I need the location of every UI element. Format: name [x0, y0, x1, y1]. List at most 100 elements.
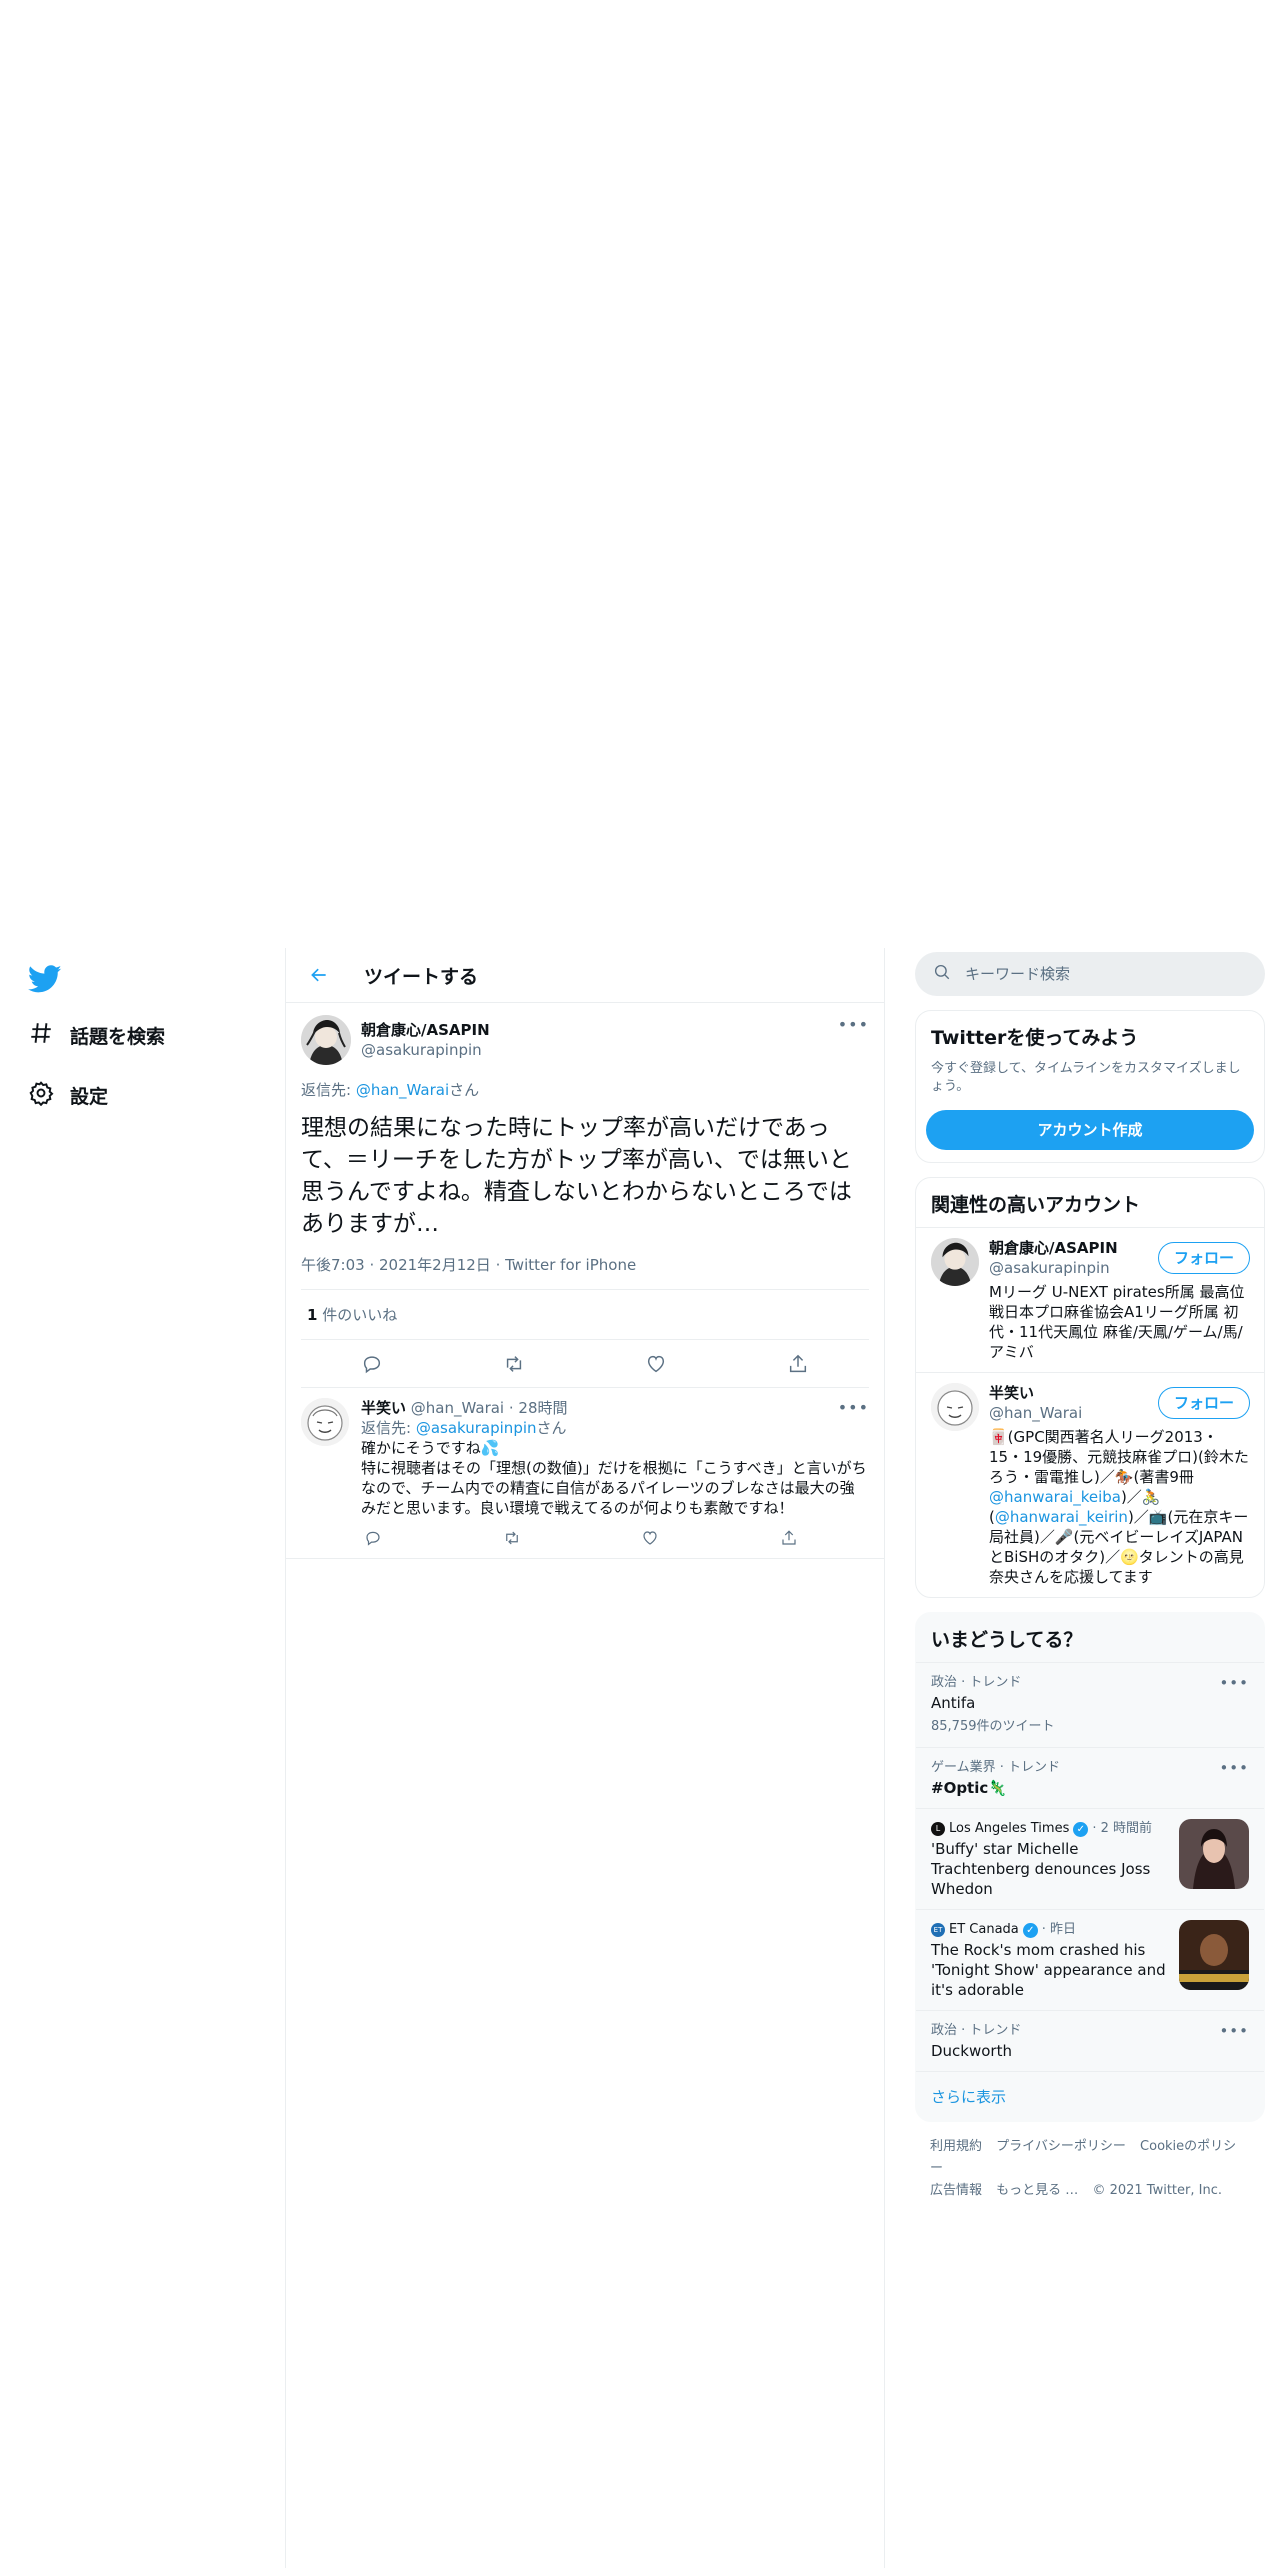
- reply-to-line: 返信先: @han_Waraiさん: [301, 1079, 869, 1100]
- verified-badge-icon: ✓: [1073, 1821, 1089, 1837]
- retweet-icon[interactable]: [502, 1352, 526, 1376]
- trend-item[interactable]: ゲーム業界 · トレンド #Optic🦎 •••: [916, 1747, 1264, 1808]
- like-icon[interactable]: [644, 1352, 668, 1376]
- footer-terms-link[interactable]: 利用規約: [930, 2139, 982, 2154]
- more-options-icon[interactable]: •••: [1219, 1673, 1249, 1693]
- like-icon[interactable]: [638, 1526, 662, 1550]
- news-item[interactable]: L Los Angeles Times ✓ · 2 時間前 'Buffy' st…: [916, 1808, 1264, 1909]
- footer-more-link[interactable]: もっと見る …: [996, 2183, 1078, 2198]
- relevant-accounts-card: 関連性の高いアカウント 朝倉康心/ASAPIN @asakurapinpin M…: [915, 1177, 1265, 1598]
- reply-text-line1: 確かにそうですね💦: [361, 1439, 500, 1457]
- footer-privacy-link[interactable]: プライバシーポリシー: [996, 2139, 1126, 2154]
- account-bio: 🀄(GPC関西著名人リーグ2013・15・19優勝、元競技麻雀プロ)(鈴木たろう…: [989, 1427, 1249, 1587]
- trend-item[interactable]: 政治 · トレンド Antifa 85,759件のツイート •••: [916, 1662, 1264, 1747]
- separator-dot: ·: [504, 1399, 519, 1417]
- footer-links: 利用規約 プライバシーポリシー Cookieのポリシー 広告情報 もっと見る ……: [915, 2136, 1265, 2202]
- verified-badge-icon: ✓: [1022, 1922, 1038, 1938]
- column-header: ツイートする: [286, 948, 884, 1003]
- reply-time[interactable]: 28時間: [518, 1399, 567, 1417]
- news-headline: The Rock's mom crashed his 'Tonight Show…: [931, 1941, 1166, 1999]
- reply-tweet[interactable]: 半笑い @han_Warai · 28時間 返信先: @asakurapinpi…: [286, 1388, 884, 1559]
- reply-text-line2: 特に視聴者はその「理想(の数値)」だけを根拠に「こうすべき」と言いがちなので、チ…: [361, 1459, 867, 1517]
- reply-to-line: 返信先: @asakurapinpinさん: [361, 1418, 869, 1438]
- tweet-client[interactable]: Twitter for iPhone: [505, 1256, 636, 1274]
- news-time: · 昨日: [1041, 1922, 1077, 1937]
- share-icon[interactable]: [786, 1352, 810, 1376]
- more-options-icon[interactable]: •••: [1219, 1758, 1249, 1778]
- nav-explore[interactable]: 話題を検索: [28, 1020, 165, 1051]
- nav-settings-label: 設定: [70, 1086, 109, 1108]
- account-row[interactable]: 半笑い @han_Warai 🀄(GPC関西著名人リーグ2013・15・19優勝…: [916, 1372, 1264, 1597]
- reply-author-handle[interactable]: @han_Warai: [411, 1399, 504, 1417]
- news-source-logo-icon: ET: [931, 1923, 945, 1937]
- news-source-line: ET ET Canada ✓ · 昨日: [931, 1920, 1169, 1940]
- bio-mention-link[interactable]: @hanwarai_keirin: [995, 1508, 1128, 1526]
- trend-item[interactable]: 政治 · トレンド Duckworth •••: [916, 2010, 1264, 2071]
- reply-icon[interactable]: [360, 1352, 384, 1376]
- nav-settings[interactable]: 設定: [28, 1080, 108, 1111]
- tweet-text: 理想の結果になった時にトップ率が高いだけであって、＝リーチをした方がトップ率が高…: [301, 1115, 852, 1237]
- tweet-date[interactable]: 2021年2月12日: [379, 1256, 491, 1274]
- news-thumbnail: [1179, 1920, 1249, 1990]
- trend-meta: ゲーム業界 · トレンド: [931, 1760, 1061, 1775]
- news-time: · 2 時間前: [1092, 1821, 1153, 1836]
- reply-suffix: さん: [536, 1419, 567, 1437]
- news-item[interactable]: ET ET Canada ✓ · 昨日 The Rock's mom crash…: [916, 1909, 1264, 2010]
- follow-button[interactable]: フォロー: [1158, 1387, 1250, 1419]
- bio-mention-link[interactable]: @hanwarai_keiba: [989, 1488, 1121, 1506]
- more-options-icon[interactable]: •••: [1219, 2021, 1249, 2041]
- trend-name: Antifa: [931, 1694, 976, 1712]
- signup-title: Twitterを使ってみよう: [931, 1027, 1139, 1049]
- reply-suffix: さん: [449, 1081, 480, 1099]
- signup-card: Twitterを使ってみよう 今すぐ登録して、タイムラインをカスタマイズしましょ…: [915, 1010, 1265, 1163]
- nav-explore-label: 話題を検索: [70, 1026, 166, 1048]
- reply-prefix: 返信先:: [301, 1081, 356, 1099]
- more-options-icon[interactable]: •••: [838, 1398, 869, 1417]
- reply-mention-link[interactable]: @asakurapinpin: [416, 1419, 537, 1437]
- author-name[interactable]: 朝倉康心/ASAPIN: [361, 1020, 490, 1040]
- likes-label: 件のいいね: [317, 1306, 398, 1324]
- author-handle[interactable]: @asakurapinpin: [361, 1040, 490, 1060]
- news-source-line: L Los Angeles Times ✓ · 2 時間前: [931, 1819, 1169, 1839]
- hashtag-icon: [28, 1020, 54, 1051]
- avatar[interactable]: [931, 1238, 979, 1286]
- empty-top-area: [0, 0, 1284, 948]
- show-more-link[interactable]: さらに表示: [916, 2071, 1264, 2121]
- likes-count-link[interactable]: 1 件のいいね: [301, 1290, 869, 1340]
- retweet-icon[interactable]: [500, 1526, 524, 1550]
- news-headline: 'Buffy' star Michelle Trachtenberg denou…: [931, 1840, 1151, 1898]
- trend-meta: 政治 · トレンド: [931, 2023, 1022, 2038]
- reply-action-bar: [361, 1526, 801, 1550]
- reply-mention-link[interactable]: @han_Warai: [356, 1081, 449, 1099]
- news-thumbnail: [1179, 1819, 1249, 1889]
- search-input[interactable]: [965, 965, 1225, 983]
- search-bar[interactable]: [915, 952, 1265, 996]
- trend-count: 85,759件のツイート: [931, 1719, 1055, 1734]
- tweet-action-bar: [301, 1340, 869, 1388]
- sidebar-column: Twitterを使ってみよう 今すぐ登録して、タイムラインをカスタマイズしましょ…: [915, 948, 1265, 2202]
- follow-button[interactable]: フォロー: [1158, 1242, 1250, 1274]
- create-account-button[interactable]: アカウント作成: [926, 1110, 1254, 1150]
- account-row[interactable]: 朝倉康心/ASAPIN @asakurapinpin Mリーグ U-NEXT p…: [916, 1227, 1264, 1372]
- news-source-name: ET Canada: [949, 1922, 1019, 1937]
- footer-copyright: © 2021 Twitter, Inc.: [1092, 2183, 1222, 2198]
- share-icon[interactable]: [777, 1526, 801, 1550]
- reply-icon[interactable]: [361, 1526, 385, 1550]
- avatar[interactable]: [301, 1398, 349, 1446]
- tweet-time[interactable]: 午後7:03: [301, 1256, 365, 1274]
- trends-card: いまどうしてる？ 政治 · トレンド Antifa 85,759件のツイート •…: [915, 1612, 1265, 2122]
- back-arrow-icon[interactable]: [304, 960, 334, 990]
- avatar[interactable]: [301, 1015, 351, 1065]
- reply-prefix: 返信先:: [361, 1419, 416, 1437]
- account-bio: Mリーグ U-NEXT pirates所属 最高位戦日本プロ麻雀協会A1リーグ所…: [989, 1283, 1245, 1361]
- more-options-icon[interactable]: •••: [838, 1015, 869, 1034]
- twitter-bird-icon[interactable]: [27, 962, 62, 996]
- footer-ads-link[interactable]: 広告情報: [930, 2183, 982, 2198]
- reply-author-name[interactable]: 半笑い: [361, 1399, 406, 1417]
- trend-name: Duckworth: [931, 2042, 1012, 2060]
- trends-title: いまどうしてる？: [931, 1629, 1083, 1651]
- left-navigation: 話題を検索 設定: [0, 948, 285, 2568]
- bio-text: 🀄(GPC関西著名人リーグ2013・15・19優勝、元競技麻雀プロ)(鈴木たろう…: [989, 1428, 1249, 1486]
- avatar[interactable]: [931, 1383, 979, 1431]
- tweet-timestamp: 午後7:03 · 2021年2月12日 · Twitter for iPhone: [301, 1254, 869, 1290]
